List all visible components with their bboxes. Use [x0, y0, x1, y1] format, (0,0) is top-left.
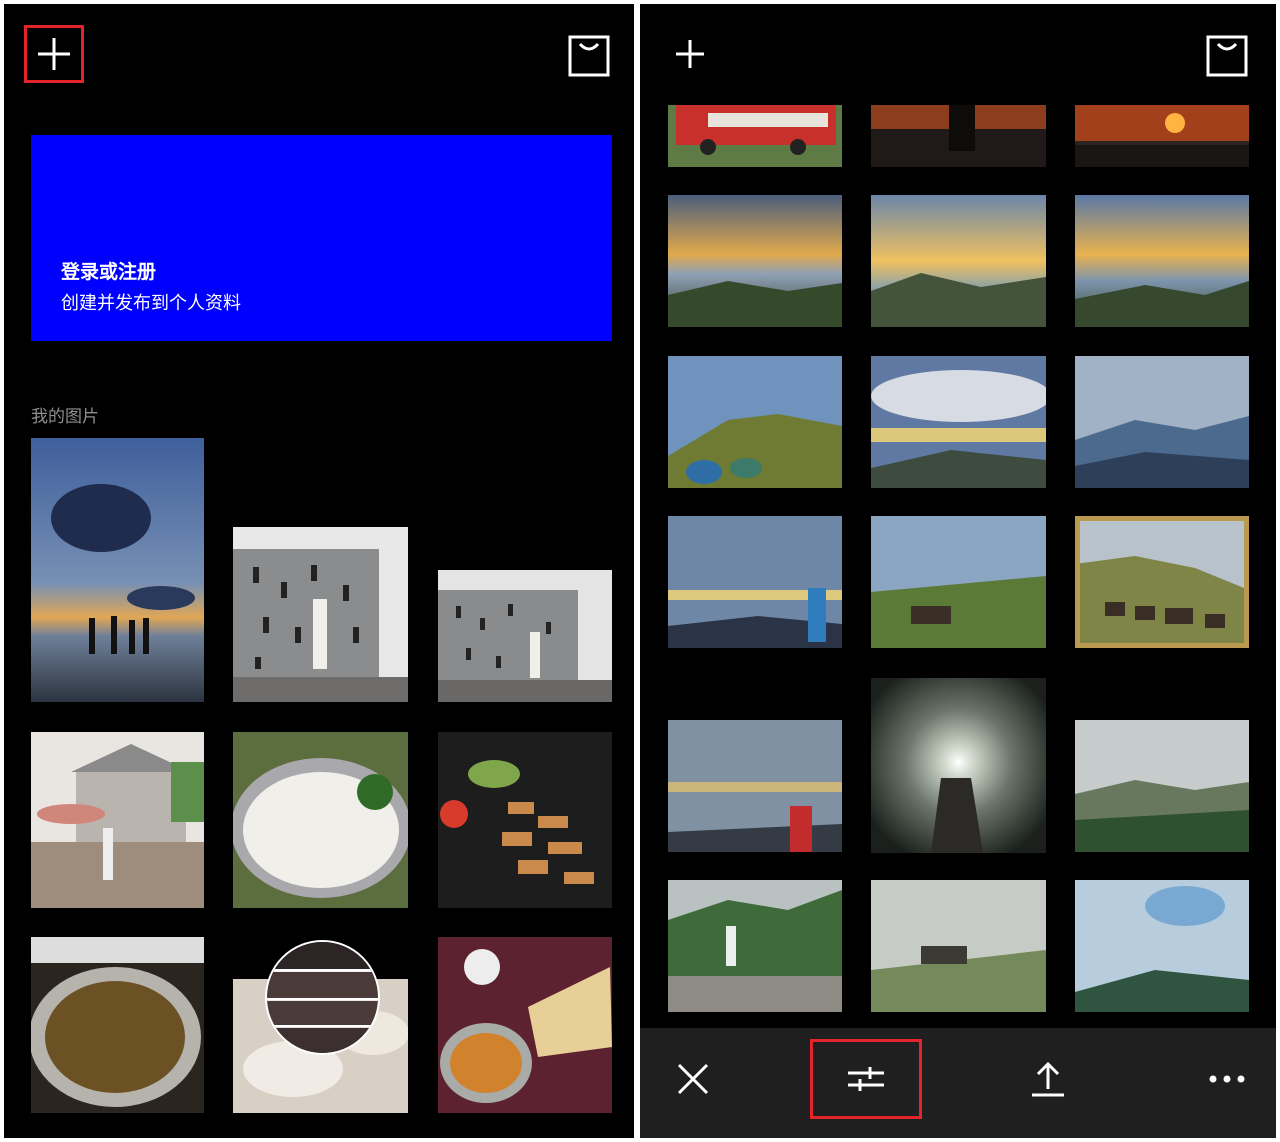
photo-tile[interactable]	[668, 195, 842, 327]
right-screen	[640, 4, 1276, 1138]
photo-tile-selected[interactable]	[1075, 516, 1249, 648]
close-icon	[677, 1063, 709, 1095]
photo-tile[interactable]	[871, 356, 1046, 488]
photo-tile[interactable]	[31, 937, 204, 1113]
photo-tile[interactable]	[871, 880, 1046, 1012]
add-button[interactable]	[663, 28, 717, 80]
close-button[interactable]	[640, 1042, 746, 1116]
photo-tile[interactable]	[871, 195, 1046, 327]
photo-tile[interactable]	[668, 105, 842, 167]
photo-tile[interactable]	[668, 880, 842, 1012]
login-title: 登录或注册	[61, 261, 157, 283]
section-label-my-photos: 我的图片	[31, 407, 99, 427]
photo-tile[interactable]	[438, 570, 612, 702]
photo-tile[interactable]	[1075, 356, 1249, 488]
bottom-action-bar	[640, 1028, 1276, 1138]
login-subtitle: 创建并发布到个人资料	[61, 293, 241, 314]
photo-tile[interactable]	[668, 720, 842, 852]
photo-tile[interactable]	[233, 527, 408, 702]
store-button[interactable]	[1205, 34, 1249, 78]
photo-tile[interactable]	[233, 732, 408, 908]
photo-tile[interactable]	[871, 105, 1046, 167]
login-card[interactable]: 登录或注册 创建并发布到个人资料	[31, 135, 612, 341]
photo-tile[interactable]	[31, 438, 204, 702]
sliders-icon	[848, 1067, 884, 1091]
export-button[interactable]	[995, 1042, 1101, 1116]
photo-tile[interactable]	[438, 732, 612, 908]
upload-icon	[1032, 1061, 1064, 1097]
more-dots-icon	[1209, 1075, 1245, 1083]
more-button[interactable]	[1174, 1042, 1276, 1116]
photo-tile[interactable]	[871, 678, 1046, 853]
plus-icon	[38, 38, 70, 70]
photo-tile[interactable]	[438, 937, 612, 1113]
photo-tile[interactable]	[668, 356, 842, 488]
plus-icon	[676, 40, 704, 68]
add-button[interactable]	[24, 25, 84, 83]
photo-tile[interactable]	[668, 516, 842, 648]
photo-tile[interactable]	[1075, 195, 1249, 327]
photo-tile[interactable]	[1075, 720, 1249, 852]
photo-tile[interactable]	[31, 732, 204, 908]
loading-overlay-circle	[265, 940, 380, 1055]
shopping-bag-icon	[1206, 35, 1248, 77]
photo-tile[interactable]	[1075, 105, 1249, 167]
store-button[interactable]	[567, 34, 611, 78]
adjust-button[interactable]	[810, 1039, 922, 1119]
photo-tile[interactable]	[871, 516, 1046, 648]
shopping-bag-icon	[568, 35, 610, 77]
photo-tile[interactable]	[1075, 880, 1249, 1012]
left-screen: 登录或注册 创建并发布到个人资料 我的图片	[4, 4, 634, 1138]
